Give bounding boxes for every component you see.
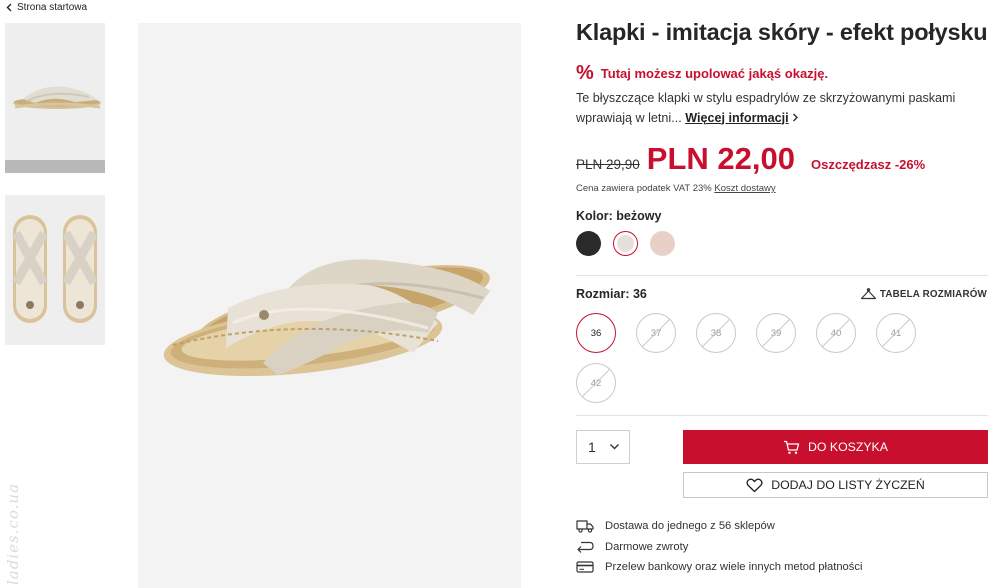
feature-returns-text: Darmowe zwroty: [605, 540, 689, 553]
promo-banner: % Tutaj możesz upolować jakąś okazję.: [576, 63, 828, 83]
sandal-main-image: [163, 259, 490, 377]
thumbnail-top-view[interactable]: [5, 195, 105, 345]
price-row: PLN 29,90 PLN 22,00 Oszczędzasz -26%: [576, 141, 925, 177]
vat-note: Cena zawiera podatek VAT 23% Koszt dosta…: [576, 183, 776, 194]
size-option-38[interactable]: 38: [696, 313, 736, 353]
feature-returns: Darmowe zwroty: [576, 537, 988, 558]
color-label: Kolor: beżowy: [576, 209, 662, 223]
swatch-pink[interactable]: [650, 231, 675, 256]
divider: [576, 275, 988, 276]
divider: [576, 415, 988, 416]
size-option-40[interactable]: 40: [816, 313, 856, 353]
hanger-icon: [860, 288, 876, 300]
size-option-42[interactable]: 42: [576, 363, 616, 403]
more-info-link[interactable]: Więcej informacji: [685, 111, 788, 125]
return-icon: [576, 540, 594, 554]
card-icon: [576, 560, 594, 574]
size-table-link[interactable]: TABELA ROZMIARÓW: [860, 288, 987, 301]
thumbnail-active-indicator: [5, 160, 105, 173]
swatch-black[interactable]: [576, 231, 601, 256]
thumbnail-list: [5, 23, 105, 345]
chevron-down-icon: [610, 444, 619, 450]
vat-text: Cena zawiera podatek VAT 23%: [576, 183, 712, 194]
size-table-label: TABELA ROZMIARÓW: [879, 289, 987, 300]
feature-delivery: Dostawa do jednego z 56 sklepów: [576, 516, 988, 537]
percent-icon: %: [576, 62, 594, 84]
size-option-37[interactable]: 37: [636, 313, 676, 353]
heart-icon: [746, 478, 763, 492]
size-label: Rozmiar: 36: [576, 287, 647, 301]
service-features: Dostawa do jednego z 56 sklepów Darmowe …: [576, 516, 988, 578]
cart-icon: [784, 440, 800, 454]
size-option-39[interactable]: 39: [756, 313, 796, 353]
product-description: Te błyszczące klapki w stylu espadrylów …: [576, 89, 976, 128]
quantity-select[interactable]: 1: [576, 430, 630, 464]
add-to-wishlist-button[interactable]: DODAJ DO LISTY ŻYCZEŃ: [683, 472, 988, 498]
back-link[interactable]: Strona startowa: [6, 2, 87, 13]
sandal-side-thumbnail-image: [13, 86, 101, 109]
truck-icon: [576, 519, 594, 533]
thumbnail-side-view[interactable]: [5, 23, 105, 160]
current-price: PLN 22,00: [646, 141, 795, 176]
add-to-wishlist-label: DODAJ DO LISTY ŻYCZEŃ: [771, 478, 925, 492]
color-swatches: [576, 231, 675, 256]
product-title: Klapki - imitacja skóry - efekt połysku: [576, 19, 988, 45]
size-option-41[interactable]: 41: [876, 313, 916, 353]
chevron-right-icon: [793, 113, 799, 121]
swatch-beige[interactable]: [613, 231, 638, 256]
watermark-text: ladies.co.ua: [4, 482, 22, 585]
chevron-left-icon: [6, 3, 12, 12]
savings-badge: Oszczędzasz -26%: [811, 157, 926, 172]
back-link-label: Strona startowa: [17, 2, 88, 13]
add-to-cart-button[interactable]: DO KOSZYKA: [683, 430, 988, 464]
main-product-image[interactable]: [138, 23, 521, 588]
sandal-top-thumbnail-image: [12, 215, 98, 323]
shipping-cost-link[interactable]: Koszt dostawy: [714, 183, 775, 194]
quantity-value: 1: [588, 439, 596, 455]
add-to-cart-label: DO KOSZYKA: [808, 440, 888, 454]
feature-payment-text: Przelew bankowy oraz wiele innych metod …: [605, 561, 863, 574]
promo-text: Tutaj możesz upolować jakąś okazję.: [600, 65, 829, 81]
size-options: 36 37 38 39 40 41 42: [576, 313, 936, 403]
more-info-label: Więcej informacji: [685, 110, 789, 125]
feature-payment: Przelew bankowy oraz wiele innych metod …: [576, 557, 988, 578]
old-price: PLN 29,90: [576, 157, 640, 172]
size-option-36[interactable]: 36: [576, 313, 616, 353]
feature-delivery-text: Dostawa do jednego z 56 sklepów: [605, 520, 775, 533]
